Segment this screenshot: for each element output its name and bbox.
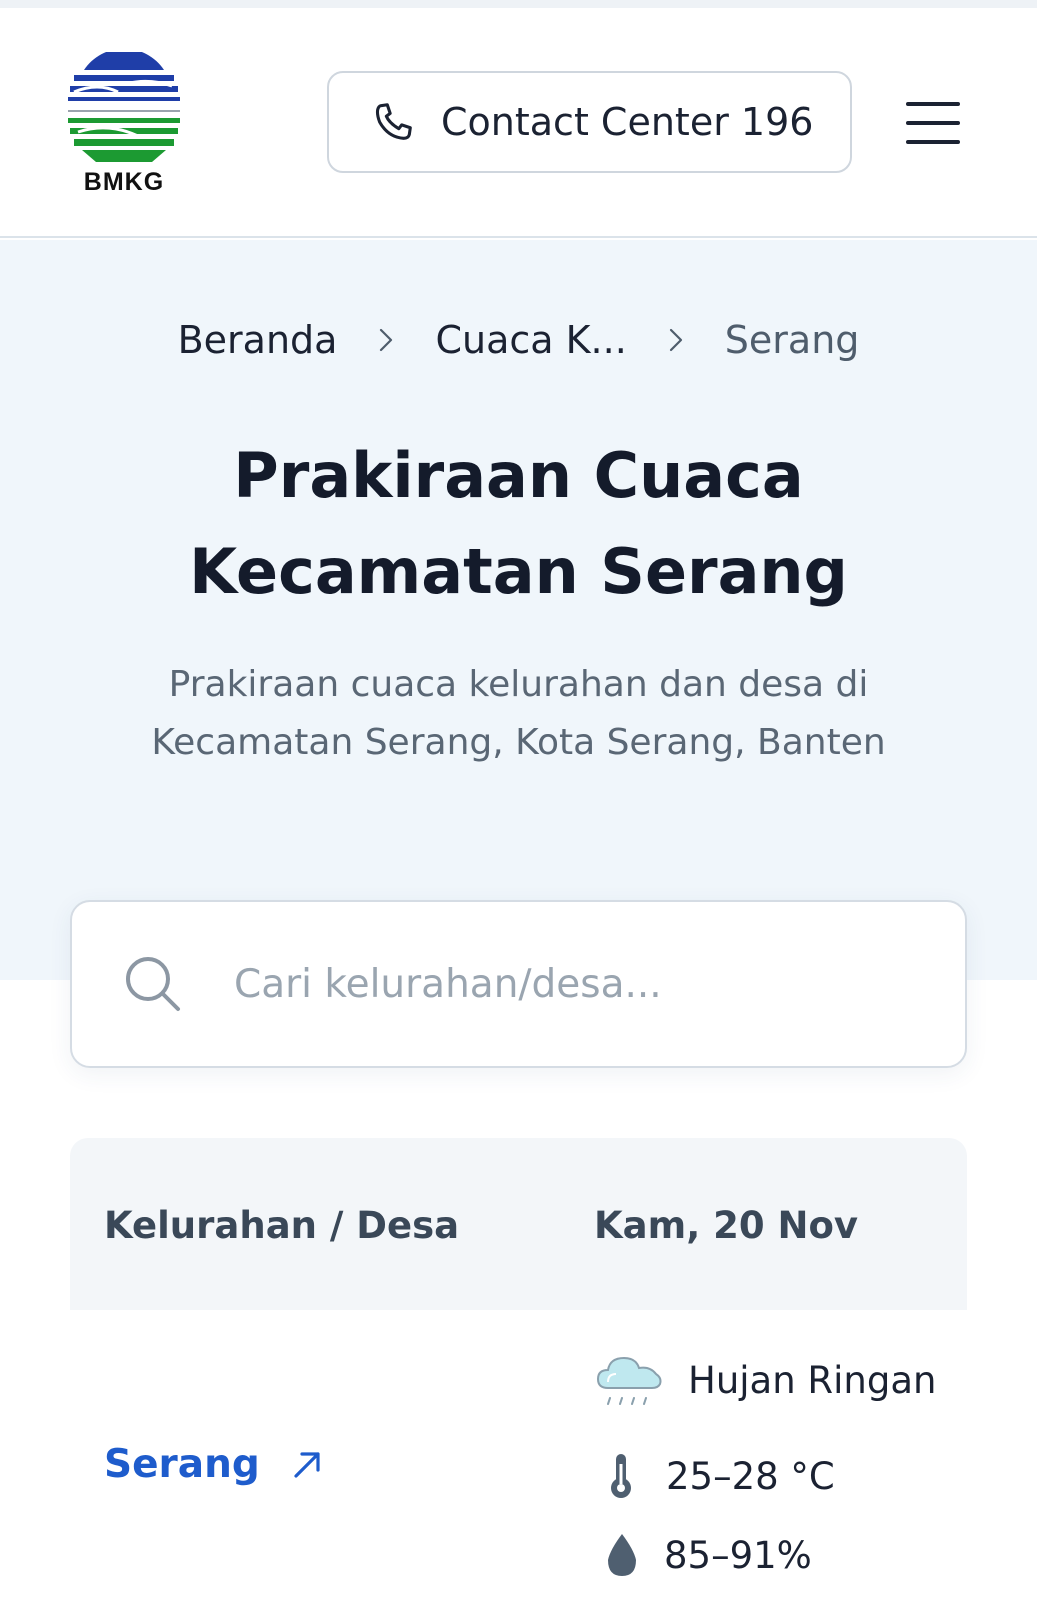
weather-condition-text: Hujan Ringan [688,1358,937,1402]
humidity: 85–91% [594,1532,812,1578]
hamburger-menu-icon[interactable] [906,102,960,144]
contact-center-button[interactable]: Contact Center 196 [327,71,852,173]
thermometer-icon [611,1454,631,1498]
rain-cloud-icon [596,1356,662,1405]
search-box[interactable]: Cari kelurahan/desa... [70,900,967,1068]
water-drop-icon [608,1534,636,1576]
page-subtitle-line1: Prakiraan cuaca kelurahan dan desa di [168,664,869,705]
menu-line [906,121,960,125]
contact-center-label: Contact Center 196 [441,100,814,144]
bmkg-emblem-icon [68,48,180,162]
chevron-right-icon [669,328,682,352]
search-icon [126,957,180,1011]
breadcrumb-current: Serang [724,318,860,362]
page-title: Prakiraan Cuaca Kecamatan Serang [0,428,1037,620]
column-header-kelurahan: Kelurahan / Desa [104,1204,460,1247]
column-header-date: Kam, 20 Nov [594,1204,859,1247]
forecast-table: Kelurahan / Desa Kam, 20 Nov Serang Huja… [70,1138,967,1600]
menu-line [906,102,960,106]
arrow-up-right-icon [294,1451,320,1478]
phone-icon [375,103,412,140]
kelurahan-link-serang[interactable]: Serang [104,1442,324,1487]
breadcrumb-home[interactable]: Beranda [178,318,338,362]
table-row: Serang Hujan Ringan 25–28 °C 85–91% [70,1310,967,1600]
site-header: BMKG Contact Center 196 [0,8,1037,238]
humidity-text: 85–91% [664,1533,812,1577]
search-input[interactable]: Cari kelurahan/desa... [234,962,662,1007]
temperature: 25–28 °C [594,1452,835,1500]
page-title-line1: Prakiraan Cuaca [233,439,804,512]
top-strip [0,0,1037,8]
breadcrumb: Beranda Cuaca K... Serang [0,318,1037,362]
logo-text: BMKG [83,168,165,196]
weather-condition: Hujan Ringan [594,1348,937,1412]
page-title-line2: Kecamatan Serang [189,535,848,608]
page-subtitle-line2: Kecamatan Serang, Kota Serang, Banten [151,722,886,763]
breadcrumb-cuaca[interactable]: Cuaca K... [435,318,626,362]
temperature-text: 25–28 °C [666,1454,835,1498]
kelurahan-name: Serang [104,1442,260,1487]
page-subtitle: Prakiraan cuaca kelurahan dan desa di Ke… [120,656,917,772]
menu-line [906,140,960,144]
chevron-right-icon [380,328,393,352]
table-header: Kelurahan / Desa Kam, 20 Nov [70,1138,967,1310]
bmkg-logo[interactable]: BMKG [68,48,180,202]
